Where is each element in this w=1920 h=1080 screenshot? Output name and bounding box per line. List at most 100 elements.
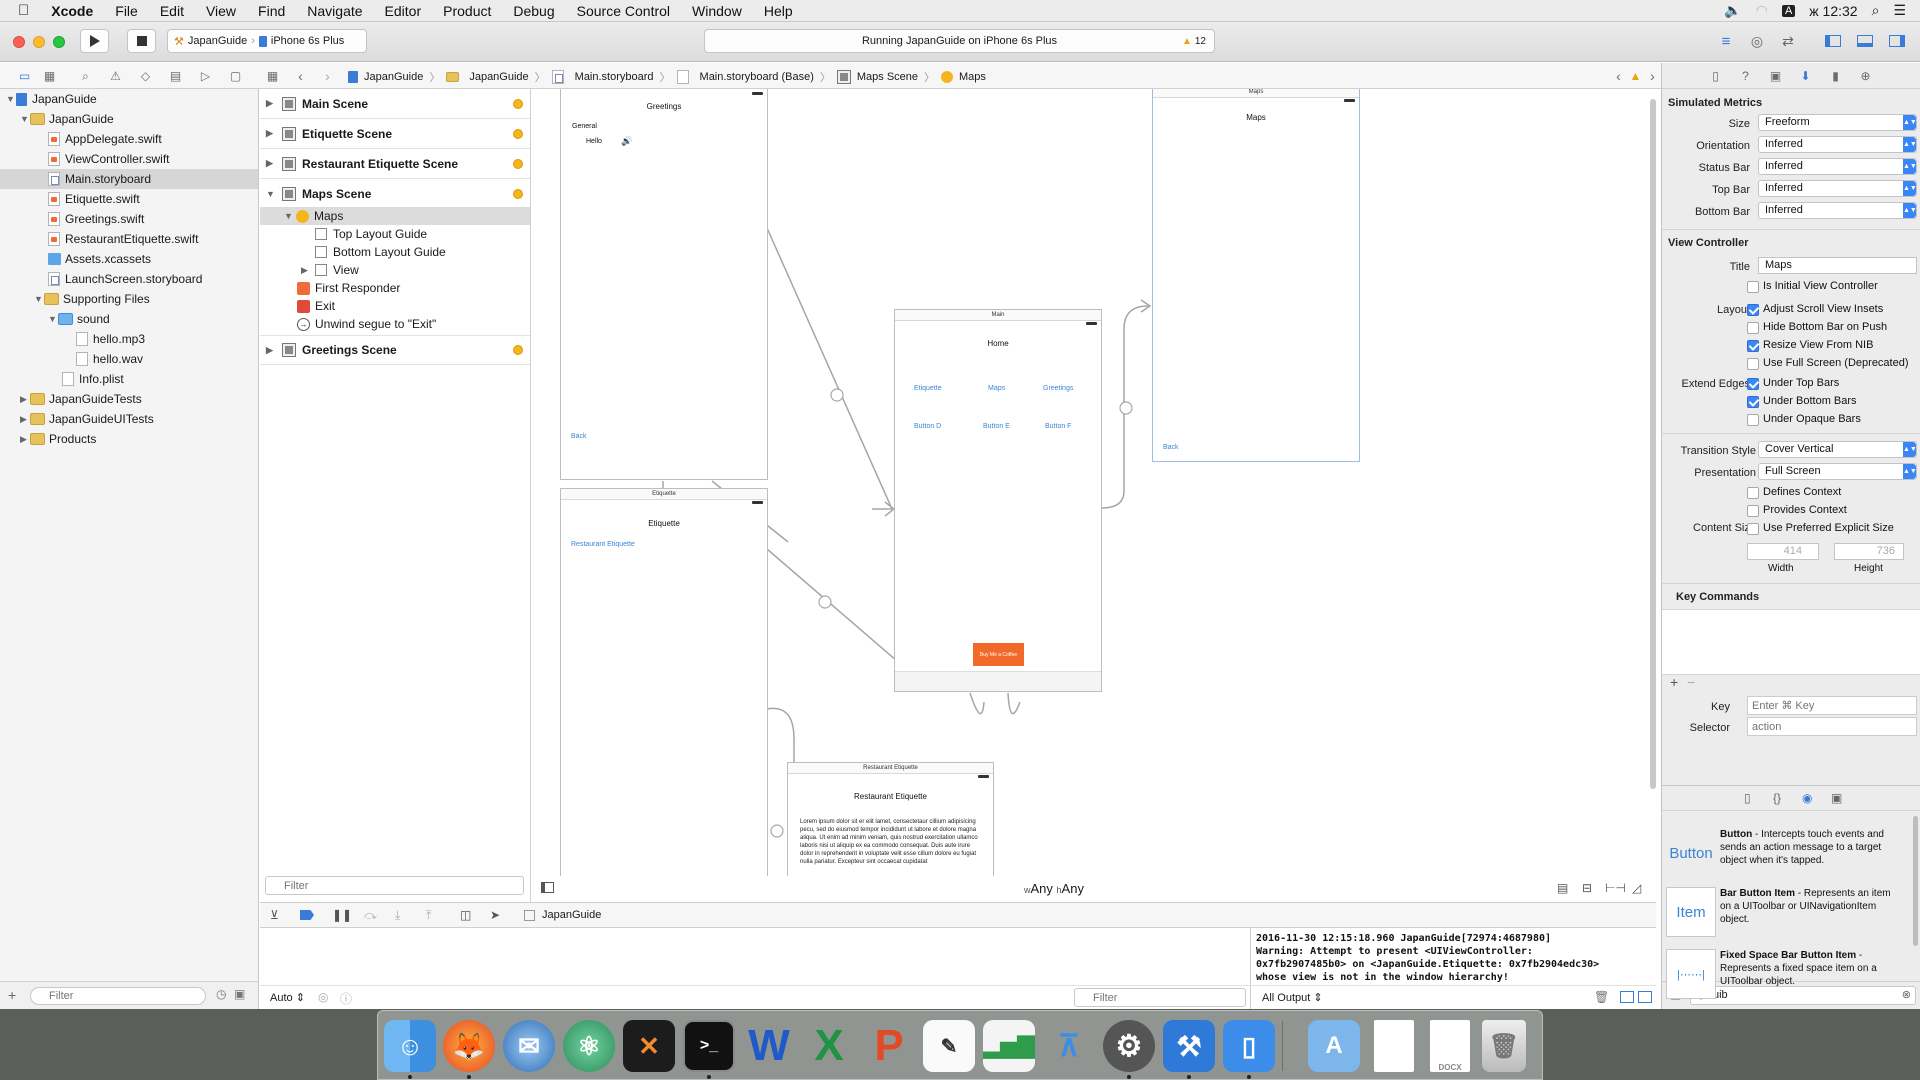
outline-item[interactable]: Top Layout Guide [260,225,530,243]
resolve-issues-icon[interactable]: ◿ [1632,881,1641,895]
width-field[interactable]: 414 [1747,543,1819,560]
numbers-icon[interactable]: ▂▅▇ [983,1020,1035,1072]
identity-inspector-icon[interactable]: ▣ [1768,69,1783,83]
disclosure-open-icon[interactable]: ▼ [6,89,16,109]
size-inspector-icon[interactable]: ▮ [1828,69,1843,83]
speaker-icon[interactable]: 🔊 [621,136,632,147]
related-items-icon[interactable]: ▦ [265,69,280,83]
greetings-back-link[interactable]: Back [571,433,587,440]
maps-back-link[interactable]: Back [1163,444,1179,451]
standard-editor-button[interactable]: ≡ [1712,29,1740,53]
view-debugger-icon[interactable]: ◫ [460,908,471,922]
attributes-inspector-icon[interactable]: ⬇ [1798,69,1813,83]
report-navigator-icon[interactable]: ▢ [228,69,243,83]
etiquette-button[interactable]: Etiquette [914,385,942,392]
library-item-fixed-space[interactable]: |⋯⋯| Fixed Space Bar Button Item - Repre… [1666,949,1906,1007]
textedit-icon[interactable]: ✎ [923,1020,975,1072]
word-icon[interactable]: W [743,1020,795,1072]
option-checkbox[interactable] [1747,378,1759,390]
spotlight-icon[interactable]: ⌕ [1872,2,1880,19]
media-library-icon[interactable]: ▣ [1831,791,1842,805]
menu-product[interactable]: Product [432,3,502,19]
greetings-view-controller[interactable]: Greetings General Hello 🔊 Back [560,89,768,480]
menu-source-control[interactable]: Source Control [566,3,681,19]
warning-icon[interactable]: ▲ [1628,69,1643,83]
navigator-item[interactable]: ▶ JapanGuideUITests [0,409,258,429]
disclosure-open-icon[interactable]: ▼ [34,289,44,309]
excel-icon[interactable]: X [803,1020,855,1072]
navigator-item[interactable]: ViewController.swift [0,149,258,169]
maps-button[interactable]: Maps [988,385,1005,392]
breadcrumb-item[interactable]: JapanGuide [364,71,423,83]
buy-coffee-button[interactable]: Buy Me a Coffee [973,643,1024,666]
xcode-icon[interactable]: ⚒ [1163,1020,1215,1072]
outline-item[interactable]: Exit [260,297,530,315]
disclosure-open-icon[interactable]: ▼ [266,189,282,199]
breadcrumb-item[interactable]: Main.storyboard (Base) [700,71,814,83]
step-over-icon[interactable]: ⤼ [364,908,377,923]
navigator-item[interactable]: RestaurantEtiquette.swift [0,229,258,249]
provides-context-checkbox[interactable] [1747,505,1759,517]
option-checkbox[interactable] [1747,414,1759,426]
breadcrumb-item[interactable]: Maps Scene [857,71,918,83]
finder-icon[interactable]: ☺ [384,1020,436,1072]
height-field[interactable]: 736 [1834,543,1904,560]
eye-icon[interactable]: ◎ [318,990,328,1004]
navigator-filter-input[interactable] [30,987,206,1005]
status-bar-select[interactable]: Inferred ▲▼ [1758,158,1917,175]
toggle-utilities-button[interactable] [1884,29,1910,53]
disclosure-open-icon[interactable]: ▼ [20,109,30,129]
menu-file[interactable]: File [104,3,149,19]
disclosure-open-icon[interactable]: ▼ [48,309,58,329]
pause-icon[interactable]: ❚❚ [332,908,352,922]
split-view-icon[interactable] [1620,991,1634,1003]
output-select[interactable]: All Output ⇕ [1262,991,1323,1004]
bottom-bar-select[interactable]: Inferred ▲▼ [1758,202,1917,219]
navigator-item[interactable]: ▼ Supporting Files [0,289,258,309]
menu-find[interactable]: Find [247,3,296,19]
navigator-item[interactable]: hello.wav [0,349,258,369]
code-snippet-library-icon[interactable]: {} [1773,791,1781,805]
add-key-command-icon[interactable]: + [1670,674,1678,690]
orientation-select[interactable]: Inferred ▲▼ [1758,136,1917,153]
navigator-item[interactable]: ▶ Products [0,429,258,449]
navigator-item[interactable]: hello.mp3 [0,329,258,349]
info-icon[interactable]: ⓘ [340,990,352,1007]
library-item-bar-button[interactable]: Item Bar Button Item - Represents an ite… [1666,887,1906,945]
firefox-icon[interactable]: 🦊 [443,1020,495,1072]
zoom-window-button[interactable] [53,36,65,48]
simulate-location-icon[interactable]: ➤ [490,908,500,922]
navigator-item[interactable]: ▼ sound [0,309,258,329]
navigator-item[interactable]: Assets.xcassets [0,249,258,269]
breakpoint-navigator-icon[interactable]: ▷ [198,69,213,83]
hide-debug-area-icon[interactable]: ⊻ [270,908,279,922]
canvas-scrollbar[interactable] [1650,99,1656,789]
disclosure-open-icon[interactable]: ▼ [284,211,296,221]
library-item-button[interactable]: Button Button - Intercepts touch events … [1666,828,1906,886]
outline-scene[interactable]: ▼ Maps Scene [260,179,530,209]
issue-navigator-icon[interactable]: ⚠ [108,69,123,83]
menu-debug[interactable]: Debug [502,3,565,19]
assistant-editor-button[interactable]: ◎ [1743,29,1771,53]
find-navigator-icon[interactable]: ⌕ [78,69,93,83]
navigator-item[interactable]: Greetings.swift [0,209,258,229]
disclosure-closed-icon[interactable]: ▶ [266,158,282,169]
menu-navigate[interactable]: Navigate [296,3,373,19]
disclosure-closed-icon[interactable]: ▶ [20,389,30,409]
navigator-item[interactable]: Etiquette.swift [0,189,258,209]
option-checkbox[interactable] [1747,396,1759,408]
docx-icon[interactable]: DOCX [1430,1020,1470,1072]
warning-badge[interactable]: ▲ 12 [1182,36,1206,47]
selector-input[interactable] [1747,717,1917,736]
apple-icon[interactable]:  [0,2,40,19]
file-template-library-icon[interactable]: ▯ [1744,791,1751,805]
x11-icon[interactable]: ✕ [623,1020,675,1072]
step-out-icon[interactable]: ⤒ [426,908,431,923]
option-checkbox[interactable] [1747,340,1759,352]
remove-key-command-icon[interactable]: − [1687,674,1695,690]
defines-context-checkbox[interactable] [1747,487,1759,499]
toggle-debug-area-button[interactable] [1852,29,1878,53]
atom-icon[interactable]: ⚛ [563,1020,615,1072]
thunderbird-icon[interactable]: ✉ [503,1020,555,1072]
option-checkbox[interactable] [1747,322,1759,334]
